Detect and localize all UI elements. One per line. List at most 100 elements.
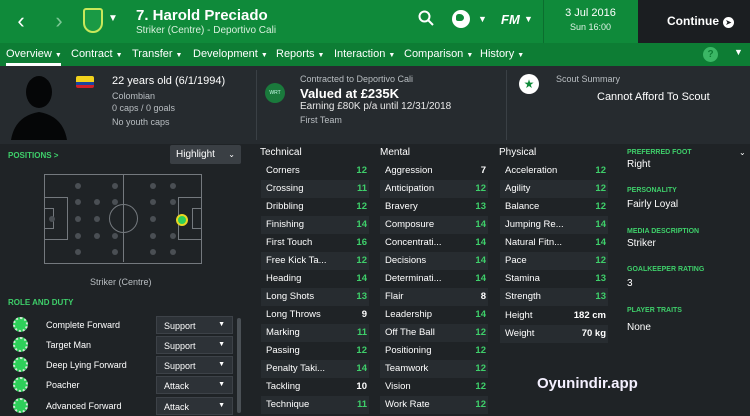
chevron-down-icon[interactable]: ⌄	[739, 148, 746, 157]
chevron-down-icon[interactable]: ▼	[478, 14, 487, 24]
continue-label: Continue	[667, 14, 719, 28]
club-crest-icon[interactable]	[83, 8, 103, 33]
menu-development[interactable]: Development ▼	[193, 43, 268, 66]
menu-comparison[interactable]: Comparison ▼	[404, 43, 473, 66]
colombia-flag-icon	[76, 76, 94, 88]
scout-summary-text: Cannot Afford To Scout	[597, 91, 710, 103]
position-caption: Striker (Centre)	[90, 277, 152, 287]
attribute-name: Aggression	[385, 165, 433, 176]
duty-dropdown[interactable]: Attack ▼	[156, 397, 233, 415]
caret-down-icon: ▼	[517, 52, 525, 59]
role-row[interactable]: Advanced Forward Attack ▼	[0, 396, 245, 416]
menu-label: Contract	[71, 48, 113, 60]
attribute-name: Anticipation	[385, 183, 435, 194]
search-icon[interactable]	[418, 10, 434, 31]
menu-label: Development	[193, 48, 258, 60]
attribute-name: Vision	[385, 381, 411, 392]
role-row[interactable]: Target Man Support ▼	[0, 335, 245, 355]
position-dot	[112, 183, 118, 189]
duty-dropdown[interactable]: Support ▼	[156, 316, 233, 334]
globe-icon[interactable]	[452, 10, 470, 28]
attribute-name: Long Throws	[266, 309, 321, 320]
duty-label: Attack	[164, 381, 190, 391]
media-description-label: MEDIA DESCRIPTION	[627, 228, 700, 235]
menu-interaction[interactable]: Interaction ▼	[334, 43, 395, 66]
highlight-dropdown[interactable]: Highlight ⌄	[170, 145, 241, 164]
attribute-name: Passing	[266, 345, 300, 356]
chevron-down-icon[interactable]: ▼	[524, 14, 533, 24]
continue-button[interactable]: Continue ➤	[638, 0, 750, 43]
current-date: 3 Jul 2016	[565, 7, 616, 19]
position-dot	[112, 233, 118, 239]
menu-label: Reports	[276, 48, 315, 60]
player-wage: Earning £80K p/a until 12/31/2018	[300, 101, 452, 112]
attribute-row: Dribbling 12	[261, 198, 369, 216]
attribute-name: Decisions	[385, 255, 427, 266]
caret-down-icon: ▼	[466, 52, 474, 59]
attribute-name: Stamina	[505, 273, 540, 284]
attribute-value: 11	[356, 183, 367, 194]
attribute-name: Jumping Re...	[505, 219, 564, 230]
attribute-row: Acceleration 12	[500, 162, 608, 180]
attribute-row: Off The Ball 12	[380, 324, 488, 342]
player-silhouette-icon	[11, 76, 67, 140]
player-caps: 0 caps / 0 goals	[112, 103, 176, 113]
attribute-row: Strength 13	[500, 288, 608, 306]
scrollbar[interactable]	[237, 318, 241, 413]
attribute-row: Composure 14	[380, 216, 488, 234]
attribute-row: Positioning 12	[380, 342, 488, 360]
help-icon[interactable]: ?	[703, 47, 718, 62]
positions-link[interactable]: POSITIONS >	[8, 151, 58, 160]
player-value: Valued at £235K	[300, 86, 399, 101]
physical-header: Physical	[499, 147, 537, 158]
attribute-row: Teamwork 12	[380, 360, 488, 378]
six-yard-box-right	[192, 208, 202, 229]
attribute-name: Leadership	[385, 309, 433, 320]
attribute-name: Teamwork	[385, 363, 429, 374]
position-dot	[150, 183, 156, 189]
caret-down-icon: ▼	[317, 52, 325, 59]
attribute-value: 14	[475, 309, 486, 320]
caret-down-icon: ▼	[260, 52, 268, 59]
club-badge-icon: WRT	[265, 83, 285, 103]
role-row[interactable]: Poacher Attack ▼	[0, 375, 245, 395]
menu-reports[interactable]: Reports ▼	[276, 43, 324, 66]
attribute-name: Pace	[505, 255, 527, 266]
player-traits-label: PLAYER TRAITS	[627, 307, 682, 314]
fm-logo[interactable]: FM	[501, 12, 520, 27]
duty-dropdown[interactable]: Support ▼	[156, 356, 233, 374]
menu-contract[interactable]: Contract ▼	[71, 43, 123, 66]
goalkeeper-rating-value: 3	[627, 278, 633, 289]
attribute-value: 12	[475, 381, 486, 392]
watermark: Oyunindir.app	[537, 375, 638, 392]
role-row[interactable]: Deep Lying Forward Support ▼	[0, 355, 245, 375]
attribute-value: 12	[356, 165, 367, 176]
date-box[interactable]: 3 Jul 2016 Sun 16:00	[543, 7, 638, 32]
duty-dropdown[interactable]: Attack ▼	[156, 376, 233, 394]
menu-overview[interactable]: Overview ▼	[6, 43, 62, 66]
chevron-down-icon: ⌄	[228, 150, 235, 159]
chevron-down-icon[interactable]: ▼	[108, 13, 118, 24]
forward-button[interactable]: ›	[44, 6, 74, 36]
back-button[interactable]: ‹	[6, 6, 36, 36]
attribute-row: Pace 12	[500, 252, 608, 270]
attribute-row: Natural Fitn... 14	[500, 234, 608, 252]
attribute-value: 14	[356, 363, 367, 374]
attribute-value: 12	[356, 345, 367, 356]
squad-status: First Team	[300, 115, 342, 125]
role-row[interactable]: Complete Forward Support ▼	[0, 315, 245, 335]
attribute-name: Concentrati...	[385, 237, 442, 248]
position-dot	[49, 216, 55, 222]
attribute-name: Tackling	[266, 381, 301, 392]
chevron-down-icon[interactable]: ▼	[734, 47, 743, 57]
attribute-value: 13	[356, 291, 367, 302]
attribute-value: 13	[595, 273, 606, 284]
position-dot	[150, 233, 156, 239]
right-sidebar: ⌄ PREFERRED FOOT Right PERSONALITY Fairl…	[620, 144, 750, 415]
duty-dropdown[interactable]: Support ▼	[156, 336, 233, 354]
caret-down-icon: ▼	[115, 52, 123, 59]
arrow-right-icon: ➤	[723, 17, 734, 28]
role-icon	[13, 377, 28, 392]
menu-history[interactable]: History ▼	[480, 43, 524, 66]
menu-transfer[interactable]: Transfer ▼	[132, 43, 182, 66]
